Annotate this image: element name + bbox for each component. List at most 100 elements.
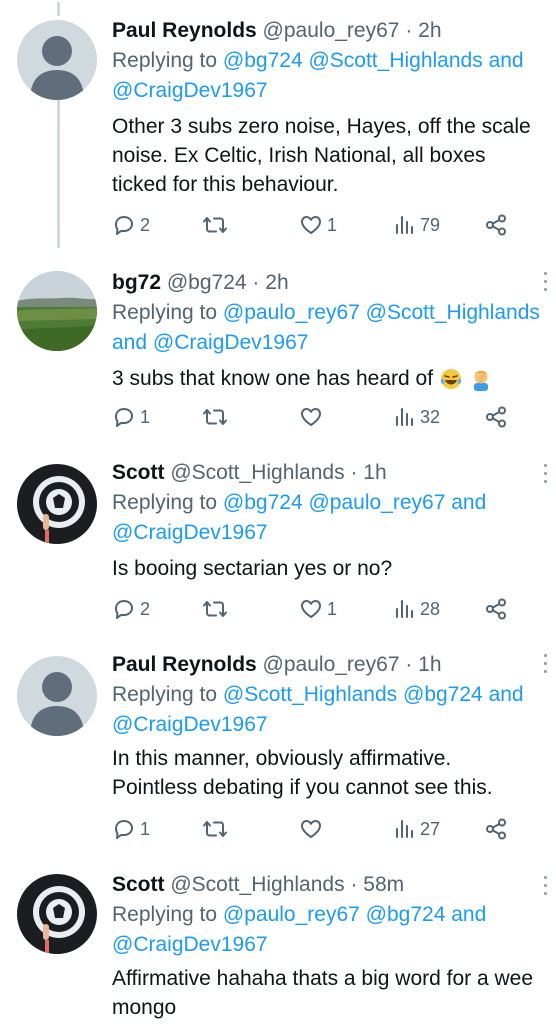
more-options-icon[interactable] <box>542 876 548 898</box>
more-options-icon[interactable] <box>542 272 548 294</box>
tweet[interactable]: Scott @Scott_Highlands · 58m Replying to… <box>0 864 556 1024</box>
timestamp[interactable]: 2h <box>418 19 441 42</box>
avatar-scott[interactable] <box>17 464 97 544</box>
reply-icon <box>115 820 133 839</box>
retweet-button[interactable] <box>202 402 228 432</box>
mention-and: and <box>451 491 487 514</box>
avatar-default[interactable] <box>17 20 97 100</box>
timestamp[interactable]: 58m <box>363 873 404 896</box>
default-avatar-icon <box>17 20 97 100</box>
reply-count: 2 <box>140 214 151 235</box>
views-icon <box>396 216 413 234</box>
mention-link[interactable]: @Scott_Highlands <box>366 301 540 324</box>
replying-to: Replying to @Scott_Highlands @bg724 and … <box>112 683 524 736</box>
timestamp[interactable]: 1h <box>418 653 441 676</box>
views-icon <box>396 600 413 618</box>
mention-link[interactable]: @Scott_Highlands <box>223 683 397 706</box>
replying-to: Replying to @paulo_rey67 @Scott_Highland… <box>112 301 540 354</box>
views-button[interactable]: 27 <box>394 814 440 844</box>
share-icon <box>486 598 506 620</box>
reply-button[interactable]: 2 <box>112 210 150 240</box>
mention-link[interactable]: @paulo_rey67 <box>223 903 360 926</box>
mention-link[interactable]: @paulo_rey67 <box>308 491 445 514</box>
avatar-bg72[interactable] <box>17 271 97 351</box>
reply-icon <box>115 216 133 235</box>
share-button[interactable] <box>484 814 508 844</box>
tweet[interactable]: Paul Reynolds @paulo_rey67 · 2h Replying… <box>0 0 556 250</box>
more-options-icon[interactable] <box>542 654 548 676</box>
retweet-button[interactable] <box>202 814 228 844</box>
mention-link[interactable]: @Scott_Highlands <box>308 49 482 72</box>
rangers-badge-icon <box>17 464 97 544</box>
handle[interactable]: @paulo_rey67 <box>263 19 400 42</box>
mention-link[interactable]: @CraigDev1967 <box>112 79 268 102</box>
tweet-header: Scott @Scott_Highlands · 58m <box>112 873 405 896</box>
reply-count: 1 <box>140 406 151 427</box>
handle[interactable]: @Scott_Highlands <box>170 873 344 896</box>
retweet-icon <box>203 821 227 837</box>
retweet-icon <box>203 217 227 233</box>
mention-link[interactable]: @bg724 <box>403 683 483 706</box>
timestamp[interactable]: 1h <box>363 461 386 484</box>
like-button[interactable] <box>299 402 323 432</box>
share-button[interactable] <box>484 594 508 624</box>
reply-count: 2 <box>140 598 151 619</box>
reply-button[interactable]: 1 <box>112 814 150 844</box>
display-name[interactable]: Scott <box>112 461 165 484</box>
more-options-icon[interactable] <box>542 464 548 486</box>
display-name[interactable]: Paul Reynolds <box>112 653 257 676</box>
tweet-header: bg72 @bg724 · 2h <box>112 271 289 294</box>
share-icon <box>486 406 506 428</box>
reply-button[interactable]: 1 <box>112 402 150 432</box>
retweet-button[interactable] <box>202 594 228 624</box>
tweet[interactable]: Paul Reynolds @paulo_rey67 · 1h Replying… <box>0 640 556 862</box>
share-button[interactable] <box>484 402 508 432</box>
like-button[interactable]: 1 <box>299 210 337 240</box>
mention-link[interactable]: @CraigDev1967 <box>112 933 268 956</box>
view-count: 32 <box>420 406 441 427</box>
avatar-scott[interactable] <box>17 874 97 954</box>
handle[interactable]: @paulo_rey67 <box>263 653 400 676</box>
views-button[interactable]: 79 <box>394 210 440 240</box>
handle[interactable]: @bg724 <box>167 271 247 294</box>
view-count: 79 <box>420 214 441 235</box>
replying-to: Replying to @bg724 @Scott_Highlands and … <box>112 49 524 102</box>
timestamp[interactable]: 2h <box>265 271 288 294</box>
like-button[interactable] <box>299 814 323 844</box>
landscape-photo-icon <box>17 271 97 351</box>
avatar-default[interactable] <box>17 656 97 736</box>
rangers-badge-icon <box>17 874 97 954</box>
tweet-text: Is booing sectarian yes or no? <box>112 557 393 580</box>
reply-icon <box>115 600 133 619</box>
share-icon <box>486 214 506 236</box>
views-icon <box>396 820 413 838</box>
reply-button[interactable]: 2 <box>112 594 150 624</box>
mention-link[interactable]: @CraigDev1967 <box>112 713 268 736</box>
views-button[interactable]: 32 <box>394 402 440 432</box>
mention-link[interactable]: @bg724 <box>223 49 303 72</box>
mention-link[interactable]: @CraigDev1967 <box>112 521 268 544</box>
tweet-header: Paul Reynolds @paulo_rey67 · 1h <box>112 653 442 676</box>
share-button[interactable] <box>484 210 508 240</box>
tweet[interactable]: bg72 @bg724 · 2h Replying to @paulo_rey6… <box>0 258 556 448</box>
tweet[interactable]: Scott @Scott_Highlands · 1h Replying to … <box>0 450 556 640</box>
mention-link[interactable]: @bg724 <box>223 491 303 514</box>
display-name[interactable]: Scott <box>112 873 165 896</box>
mention-link[interactable]: @bg724 <box>366 903 446 926</box>
retweet-button[interactable] <box>202 210 228 240</box>
tears-of-joy-emoji-icon <box>440 369 461 390</box>
tweet-text: In this manner, obviously affirmative. P… <box>112 747 493 799</box>
mention-link[interactable]: @paulo_rey67 <box>223 301 360 324</box>
replying-to: Replying to @paulo_rey67 @bg724 and @Cra… <box>112 903 487 956</box>
display-name[interactable]: Paul Reynolds <box>112 19 257 42</box>
mention-link[interactable]: @CraigDev1967 <box>153 331 309 354</box>
heart-icon <box>301 600 321 618</box>
replying-to: Replying to @bg724 @paulo_rey67 and @Cra… <box>112 491 487 544</box>
like-button[interactable]: 1 <box>299 594 337 624</box>
views-button[interactable]: 28 <box>394 594 440 624</box>
mention-and: and <box>488 683 524 706</box>
handle[interactable]: @Scott_Highlands <box>170 461 344 484</box>
view-count: 27 <box>420 818 441 839</box>
retweet-icon <box>203 409 227 425</box>
display-name[interactable]: bg72 <box>112 271 161 294</box>
